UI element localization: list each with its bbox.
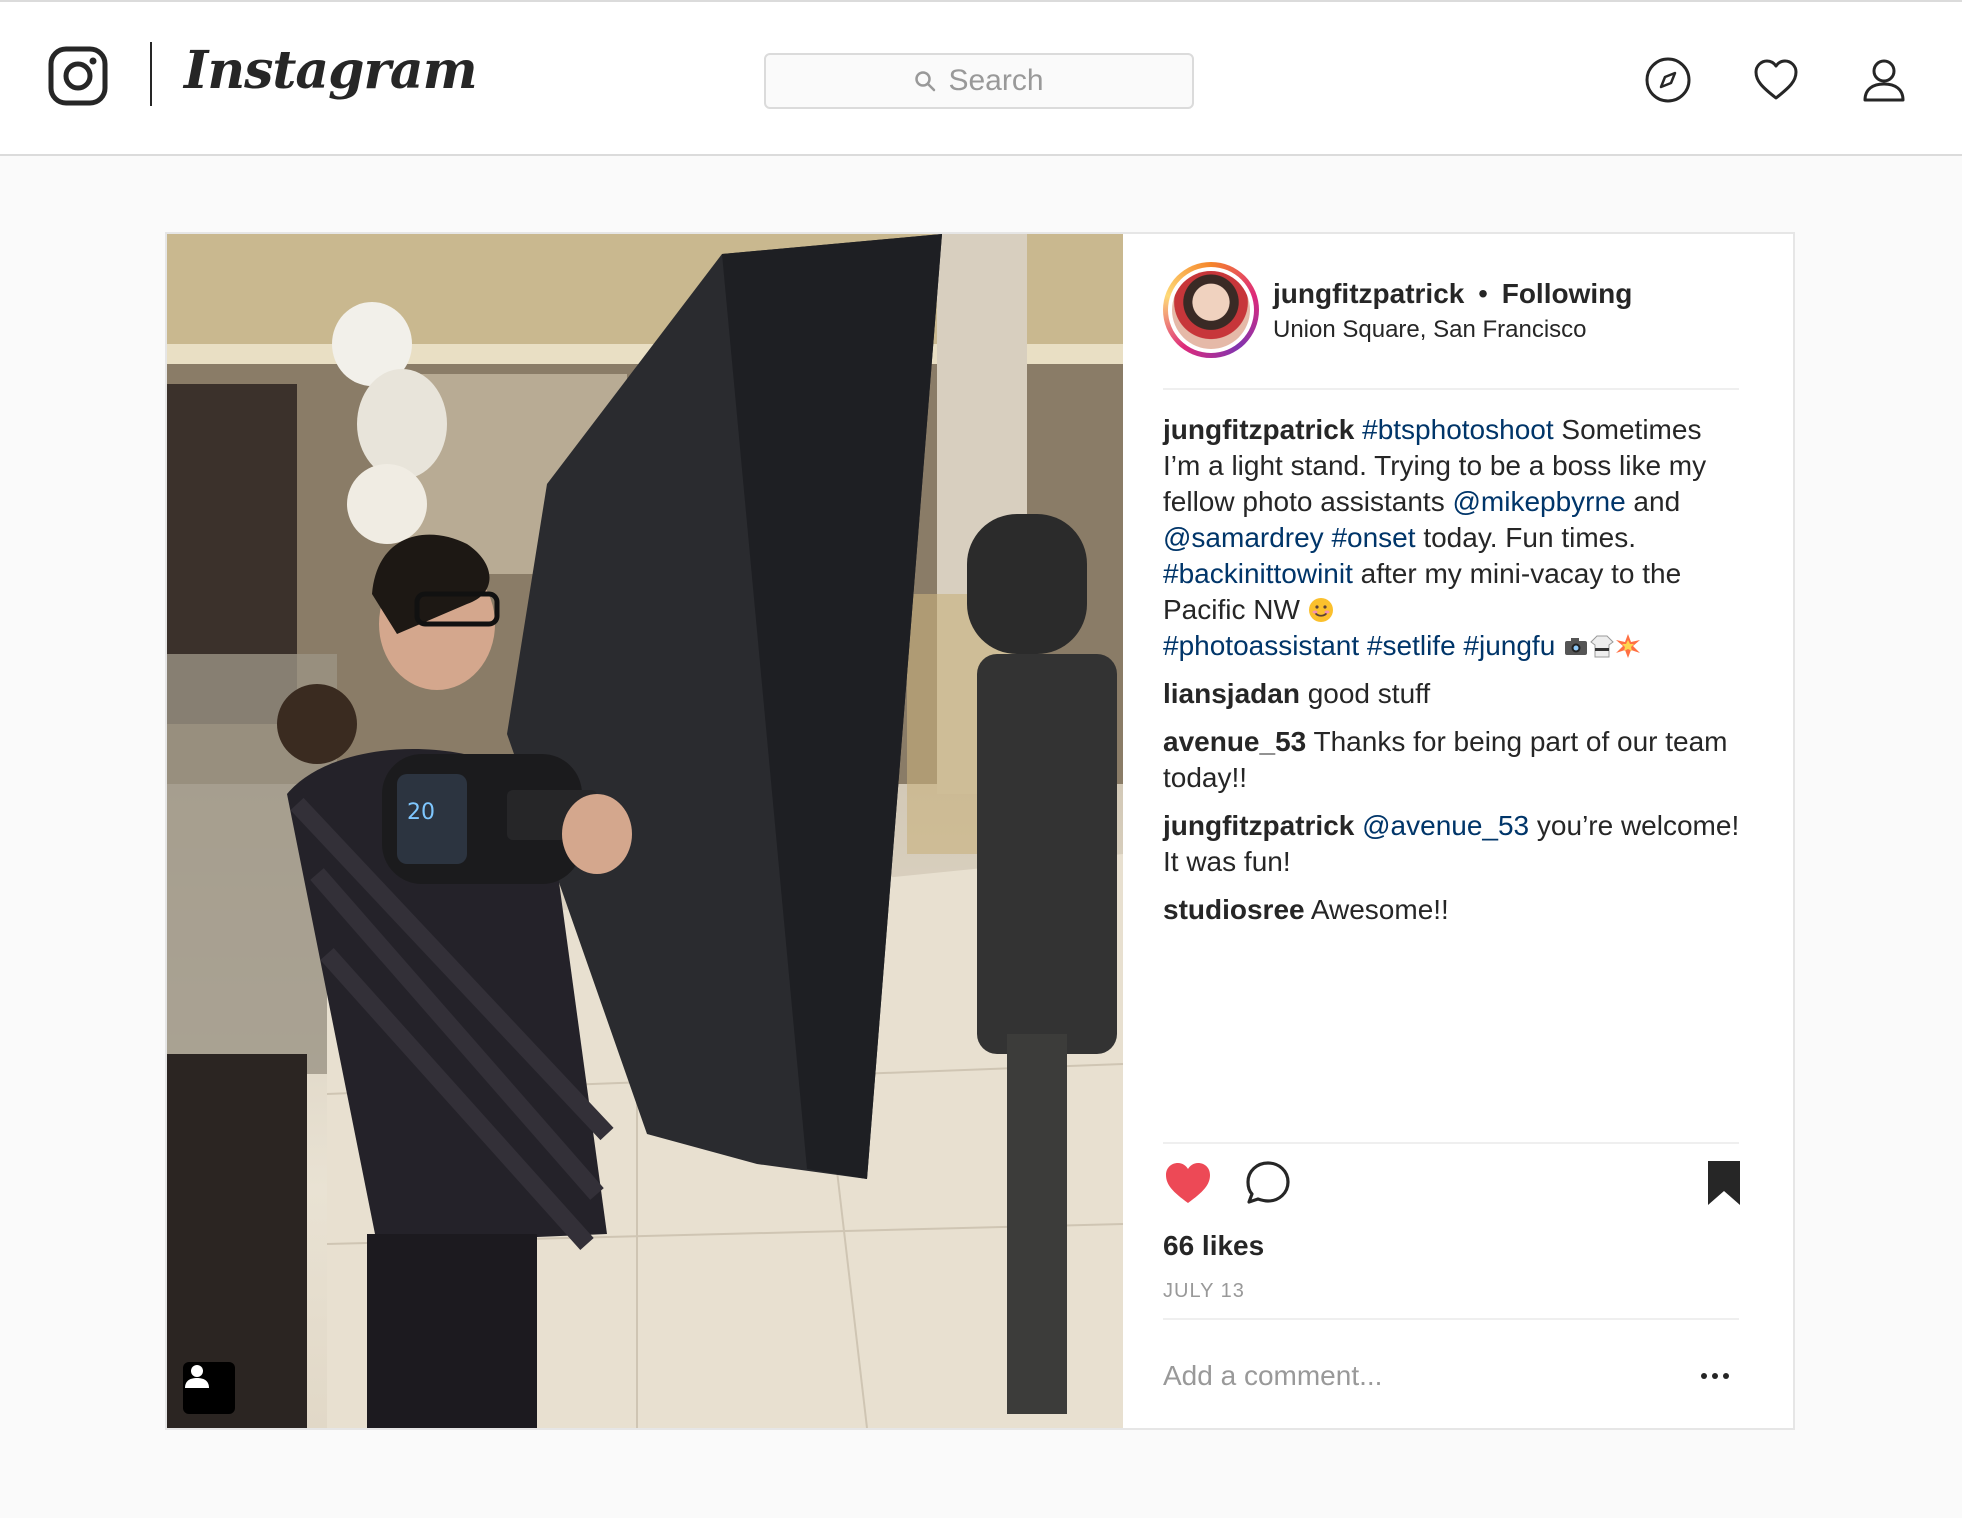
like-heart-icon[interactable] — [1163, 1158, 1213, 1208]
search-icon — [915, 71, 936, 92]
search-box[interactable]: Search — [764, 53, 1194, 109]
hashtag-link[interactable]: #setlife — [1367, 630, 1456, 661]
caption: jungfitzpatrick #btsphotoshoot Sometimes… — [1163, 412, 1743, 664]
camera-emoji-icon — [1565, 638, 1588, 655]
bookmark-icon[interactable] — [1699, 1158, 1749, 1208]
comment-bubble-icon[interactable] — [1243, 1158, 1293, 1208]
likes-count[interactable]: 66 likes — [1163, 1230, 1264, 1262]
mention-link[interactable]: @mikepbyrne — [1453, 486, 1626, 517]
mention-link[interactable]: @avenue_53 — [1362, 810, 1529, 841]
divider — [1163, 1318, 1739, 1320]
separator-dot: • — [1478, 278, 1488, 309]
comment-username[interactable]: liansjadan — [1163, 678, 1300, 709]
hashtag-link[interactable]: #btsphotoshoot — [1362, 414, 1554, 445]
post-side-panel: jungfitzpatrick • Following Union Square… — [1123, 234, 1795, 1428]
divider — [1163, 1142, 1739, 1144]
divider — [1163, 388, 1739, 390]
compass-icon[interactable] — [1644, 56, 1692, 104]
caption-text: and — [1625, 486, 1681, 517]
comment-text: good stuff — [1307, 678, 1431, 709]
post-card: 20 jungfitzpatrick • Following Union Squ… — [165, 232, 1795, 1430]
comment-username[interactable]: jungfitzpatrick — [1163, 810, 1354, 841]
ellipsis-dot-icon — [1701, 1373, 1707, 1379]
martial-arts-uniform-emoji-icon — [1590, 635, 1614, 658]
hashtag-link[interactable]: #jungfu — [1463, 630, 1555, 661]
post-date[interactable]: JULY 13 — [1163, 1280, 1245, 1303]
caption-text — [1359, 630, 1367, 661]
user-tag-icon — [185, 1365, 209, 1388]
svg-text:20: 20 — [407, 800, 435, 825]
comment-text: Awesome!! — [1310, 894, 1449, 925]
photo-scene: 20 — [167, 234, 1123, 1428]
smiling-face-emoji-icon — [1308, 598, 1333, 622]
caption-username[interactable]: jungfitzpatrick — [1163, 414, 1354, 445]
add-comment-input[interactable] — [1163, 1354, 1643, 1398]
camera-logo-icon[interactable] — [48, 46, 108, 106]
comments-list: jungfitzpatrick #btsphotoshoot Sometimes… — [1163, 412, 1743, 940]
post-header: jungfitzpatrick • Following Union Square… — [1163, 262, 1743, 360]
comment: jungfitzpatrick @avenue_53 you’re welcom… — [1163, 808, 1743, 880]
profile-icon[interactable] — [1860, 56, 1908, 104]
collision-emoji-icon — [1616, 634, 1641, 658]
comment-username[interactable]: avenue_53 — [1163, 726, 1306, 757]
instagram-wordmark[interactable]: Instagram — [184, 40, 478, 101]
search-placeholder: Search — [948, 64, 1044, 97]
more-options-button[interactable] — [1693, 1358, 1737, 1394]
tagged-people-button[interactable] — [183, 1362, 235, 1414]
hashtag-link[interactable]: #photoassistant — [1163, 630, 1359, 661]
top-navigation-bar: Instagram Search — [0, 0, 1962, 156]
comment-username[interactable]: studiosree — [1163, 894, 1305, 925]
heart-icon[interactable] — [1752, 56, 1800, 104]
comment: liansjadan good stuff — [1163, 676, 1743, 712]
comment: avenue_53 Thanks for being part of our t… — [1163, 724, 1743, 796]
post-location[interactable]: Union Square, San Francisco — [1273, 316, 1587, 344]
mention-link[interactable]: @samardrey — [1163, 522, 1324, 553]
logo-divider — [150, 42, 152, 106]
author-username[interactable]: jungfitzpatrick — [1273, 278, 1464, 309]
hashtag-link[interactable]: #backinittowinit — [1163, 558, 1353, 589]
ellipsis-dot-icon — [1723, 1373, 1729, 1379]
post-photo[interactable]: 20 — [167, 234, 1123, 1428]
caption-text: today. Fun times. — [1415, 522, 1637, 553]
following-button[interactable]: Following — [1502, 278, 1633, 309]
hashtag-link[interactable]: #onset — [1331, 522, 1415, 553]
comment: studiosree Awesome!! — [1163, 892, 1743, 928]
avatar — [1172, 271, 1250, 349]
story-ring[interactable] — [1163, 262, 1259, 358]
ellipsis-dot-icon — [1712, 1373, 1718, 1379]
